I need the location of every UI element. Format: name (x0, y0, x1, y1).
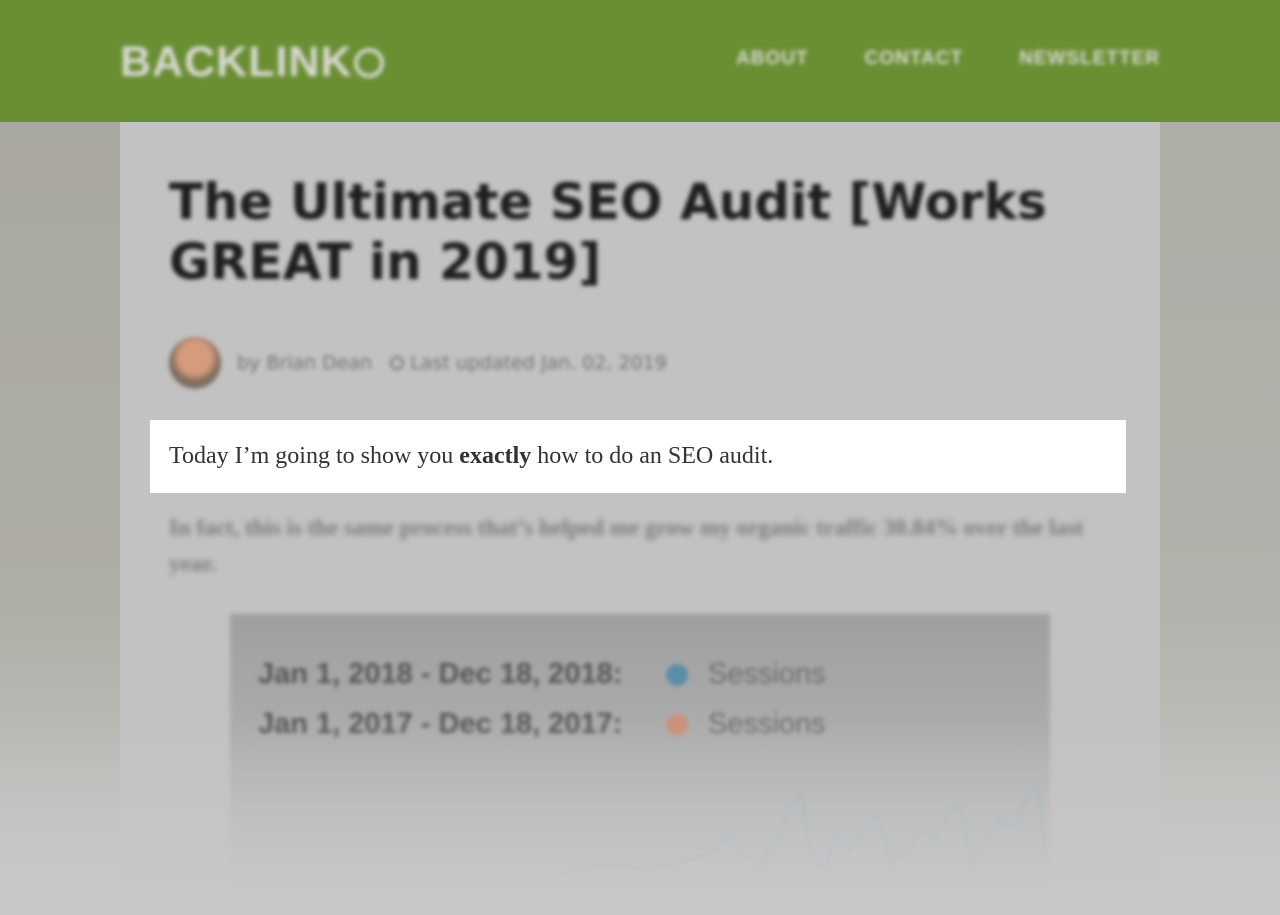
last-updated: Last updated Jan. 02, 2019 (410, 352, 667, 374)
author-byline[interactable]: by Brian Dean (237, 352, 372, 374)
left-gutter (0, 122, 120, 915)
nav-about[interactable]: ABOUT (736, 48, 809, 70)
clock-icon (390, 356, 405, 370)
highlight-text-bold: exactly (459, 443, 532, 469)
highlighted-sentence: Today I’m going to show you exactly how … (150, 420, 1126, 493)
traffic-chart-image: Jan 1, 2018 - Dec 18, 2018: Sessions Jan… (230, 614, 1050, 915)
author-avatar (169, 337, 221, 389)
article-meta: by Brian Dean Last updated Jan. 02, 2019 (169, 337, 667, 389)
nav-contact[interactable]: CONTACT (865, 48, 963, 70)
highlight-text-before: Today I’m going to show you (169, 443, 460, 469)
site-header: BACKLINK ABOUT CONTACT NEWSLETTER (0, 0, 1280, 122)
sessions-line-graphic (559, 781, 1047, 876)
nav-newsletter[interactable]: NEWSLETTER (1019, 48, 1160, 70)
logo-text: BACKLINK (120, 38, 353, 86)
backlinko-logo[interactable]: BACKLINK (120, 38, 384, 87)
right-gutter (1160, 122, 1280, 915)
article-content: The Ultimate SEO Audit [Works GREAT in 2… (120, 122, 1160, 915)
main-nav: ABOUT CONTACT NEWSLETTER (736, 48, 1160, 70)
intro-paragraph: In fact, this is the same process that’s… (169, 515, 1084, 576)
highlight-text-after: how to do an SEO audit. (531, 443, 774, 469)
article-title: The Ultimate SEO Audit [Works GREAT in 2… (169, 173, 1047, 291)
logo-o-mark (353, 48, 384, 78)
